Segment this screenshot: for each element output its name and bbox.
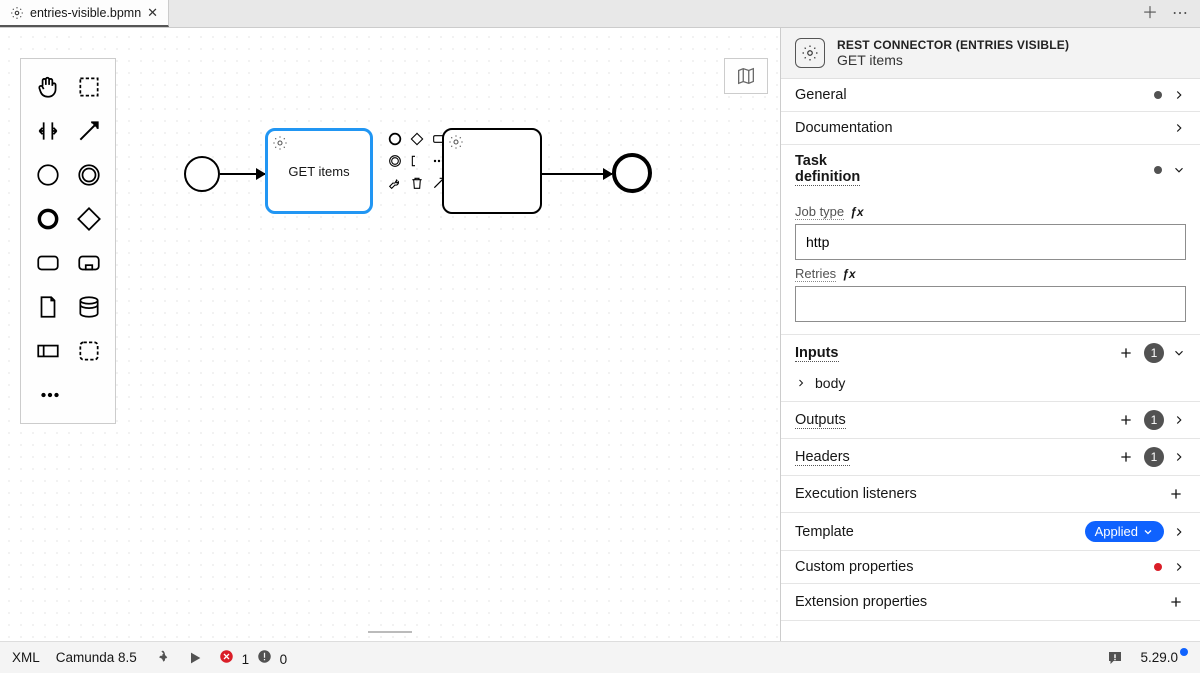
add-output-button[interactable] [1116, 410, 1136, 430]
more-menu-button[interactable]: ⋯ [1172, 6, 1188, 22]
chevron-right-icon [795, 377, 807, 389]
retries-input[interactable] [795, 286, 1186, 322]
ctx-intermediate-event[interactable] [386, 152, 404, 170]
inputs-count-badge: 1 [1144, 343, 1164, 363]
gear-icon [795, 38, 825, 68]
template-applied-badge[interactable]: Applied [1085, 521, 1164, 542]
bpmn-service-task-selected[interactable]: GET items [265, 128, 373, 214]
properties-panel: REST CONNECTOR (ENTRIES VISIBLE) GET ite… [780, 28, 1200, 641]
data-object-tool[interactable] [27, 285, 68, 329]
run-button[interactable] [187, 650, 203, 666]
chevron-right-icon [1172, 413, 1186, 427]
outputs-count-badge: 1 [1144, 410, 1164, 430]
end-event-tool[interactable] [27, 197, 68, 241]
problems-indicator[interactable]: 1 0 [219, 649, 287, 667]
section-execution-listeners[interactable]: Execution listeners [781, 476, 1200, 512]
gear-icon [10, 6, 24, 20]
panel-subtitle: GET items [837, 52, 1069, 68]
pool-tool[interactable] [27, 329, 68, 373]
bpmn-sequence-flow[interactable] [220, 173, 265, 175]
tab-bar: entries-visible.bpmn ✕ ＋ ⋯ [0, 0, 1200, 28]
dot-indicator [1154, 91, 1162, 99]
update-dot [1180, 648, 1188, 656]
chevron-down-icon [1172, 346, 1186, 360]
gateway-tool[interactable] [68, 197, 109, 241]
error-dot-indicator [1154, 563, 1162, 571]
add-header-button[interactable] [1116, 447, 1136, 467]
chevron-right-icon [1172, 560, 1186, 574]
intermediate-event-tool[interactable] [68, 153, 109, 197]
section-headers[interactable]: Headers 1 [781, 439, 1200, 475]
add-input-button[interactable] [1116, 343, 1136, 363]
section-custom-properties[interactable]: Custom properties [781, 551, 1200, 583]
deploy-button[interactable] [153, 649, 171, 667]
chevron-down-icon [1142, 526, 1154, 538]
bpmn-start-event[interactable] [184, 156, 220, 192]
status-bar: XML Camunda 8.5 1 0 5.29.0 [0, 641, 1200, 673]
bpmn-sequence-flow[interactable] [542, 173, 612, 175]
task-label: GET items [288, 164, 349, 179]
feedback-button[interactable] [1106, 649, 1124, 667]
ctx-gateway[interactable] [408, 130, 426, 148]
chevron-right-icon [1172, 450, 1186, 464]
section-inputs[interactable]: Inputs 1 [781, 335, 1200, 371]
task-tool[interactable] [27, 241, 68, 285]
job-type-label: Job type [795, 204, 844, 220]
properties-header: REST CONNECTOR (ENTRIES VISIBLE) GET ite… [781, 28, 1200, 79]
hand-tool[interactable] [27, 65, 68, 109]
fx-icon: ƒx [842, 267, 855, 281]
diagram-canvas[interactable]: GET items [0, 28, 780, 641]
chevron-right-icon [1172, 525, 1186, 539]
bpmn-service-task[interactable] [442, 128, 542, 214]
add-tab-button[interactable]: ＋ [1142, 6, 1158, 22]
gear-icon [272, 135, 288, 154]
section-task-definition[interactable]: Task definition [781, 145, 1200, 194]
job-type-input[interactable] [795, 224, 1186, 260]
panel-title: REST CONNECTOR (ENTRIES VISIBLE) [837, 38, 1069, 52]
section-general[interactable]: General [781, 79, 1200, 111]
space-tool[interactable] [27, 109, 68, 153]
engine-version[interactable]: Camunda 8.5 [56, 650, 137, 665]
chevron-right-icon [1172, 121, 1186, 135]
ctx-end-event[interactable] [386, 130, 404, 148]
gear-icon [448, 134, 464, 153]
add-extension-button[interactable] [1166, 592, 1186, 612]
data-store-tool[interactable] [68, 285, 109, 329]
file-tab[interactable]: entries-visible.bpmn ✕ [0, 0, 169, 27]
lasso-tool[interactable] [68, 65, 109, 109]
section-extension-properties[interactable]: Extension properties [781, 584, 1200, 620]
fx-icon: ƒx [850, 205, 863, 219]
ctx-delete[interactable] [408, 174, 426, 192]
headers-count-badge: 1 [1144, 447, 1164, 467]
add-listener-button[interactable] [1166, 484, 1186, 504]
retries-label: Retries [795, 266, 836, 282]
more-tools[interactable] [27, 373, 109, 417]
subprocess-tool[interactable] [68, 241, 109, 285]
tool-palette [20, 58, 116, 424]
chevron-right-icon [1172, 88, 1186, 102]
ctx-annotation[interactable] [408, 152, 426, 170]
bpmn-end-event[interactable] [612, 153, 652, 193]
section-documentation[interactable]: Documentation [781, 112, 1200, 144]
dot-indicator [1154, 166, 1162, 174]
group-tool[interactable] [68, 329, 109, 373]
close-icon[interactable]: ✕ [147, 5, 158, 21]
global-connect-tool[interactable] [68, 109, 109, 153]
section-template[interactable]: Template Applied [781, 513, 1200, 550]
xml-toggle[interactable]: XML [12, 650, 40, 665]
panel-resize-handle[interactable] [358, 627, 422, 637]
app-version[interactable]: 5.29.0 [1140, 650, 1188, 665]
minimap-toggle[interactable] [724, 58, 768, 94]
chevron-down-icon [1172, 163, 1186, 177]
start-event-tool[interactable] [27, 153, 68, 197]
section-outputs[interactable]: Outputs 1 [781, 402, 1200, 438]
input-item-body[interactable]: body [781, 371, 1200, 401]
tab-filename: entries-visible.bpmn [30, 6, 141, 20]
ctx-wrench[interactable] [386, 174, 404, 192]
